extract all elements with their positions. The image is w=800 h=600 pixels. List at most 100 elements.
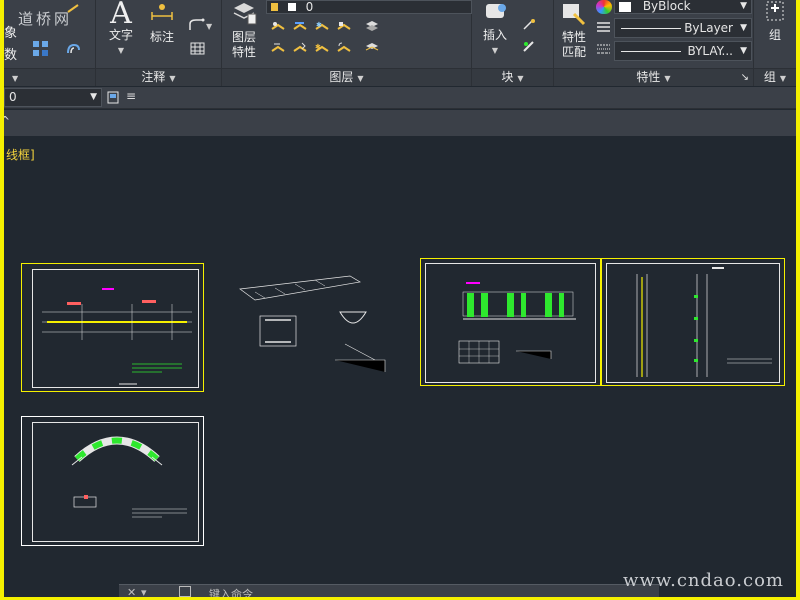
modify-partial-label: 象 [4,26,18,41]
panel-properties-foot[interactable]: 特性 ▼ ↘ [554,68,753,86]
offset-icon[interactable] [66,42,81,55]
command-line[interactable]: ✕ ▾ 键入命令 [119,584,659,597]
linetype-dropdown[interactable]: ByLayer ▼ [614,18,752,38]
text-button-label: 文字 [108,28,133,42]
layer-properties-icon [233,3,257,25]
svg-text:✱: ✱ [316,21,322,29]
group-button[interactable]: 组 [760,0,790,43]
layer-color-swatch [287,3,296,11]
text-button[interactable]: A 文字 ▼ [104,0,138,58]
drawing-sheet-4[interactable] [601,258,785,386]
watermark-logo-top: 道桥网 [18,10,73,28]
command-options-icon[interactable]: ▾ [141,586,147,597]
dimension-icon [151,4,173,20]
panel-block: 插入 ▼ 块 ▼ [472,0,554,86]
insert-block-icon [486,4,506,18]
layer-dropdown-value: 0 [305,0,314,14]
group-button-label: 组 [768,28,781,42]
secondary-toolbar: 0 ▼ ≡ [4,87,796,109]
sheet-3-elevation-drawing [458,282,576,364]
toolbar-overflow-icon[interactable]: ≡ [126,89,136,103]
tab-scroll-left-icon[interactable]: ^ [4,114,10,128]
lineweight-dropdown[interactable]: BYLAY... ▼ [614,41,752,61]
annotation-panel-label: 注释 [141,70,166,84]
panel-block-foot[interactable]: 块 ▼ [472,68,553,86]
properties-panel-label: 特性 [636,70,661,84]
match-properties-button[interactable]: 特性 匹配 [556,0,592,60]
color-wheel-icon [596,0,612,14]
text-button-caret: ▼ [117,46,125,55]
view-manager-icon[interactable] [106,91,121,104]
sheet-2-detail-drawing [239,275,386,372]
block-panel-label: 块 [501,70,514,84]
text-A-icon: A [110,0,132,31]
view-combo[interactable]: 0 ▼ [4,88,102,107]
ribbon: 象 数 ▼ A 文字 ▼ 标注 ▼ 注释 ▼ 图层 特性 0 ✱ ✱ 图层 ▼ … [4,0,796,86]
match-properties-icon [563,4,586,26]
layer-lock-icon[interactable] [336,20,351,33]
array-icon[interactable] [32,40,50,58]
panel-group: 组 组 ▼ [754,0,796,86]
layer-make-current-icon[interactable] [364,20,379,33]
layer-unlock-icon[interactable] [336,42,351,55]
svg-text:✱: ✱ [315,43,321,51]
panel-annotation-foot[interactable]: 注释 ▼ [96,68,221,86]
watermark-url: www.cndao.com [623,570,784,591]
command-close-icon[interactable]: ✕ [127,586,136,597]
drawing-sheet-1[interactable] [21,263,204,392]
lineweight-icon [597,44,610,54]
color-dropdown-value: ByBlock [642,0,691,13]
layer-dropdown[interactable]: 0 [266,0,472,14]
drawing-sheet-2[interactable] [234,263,394,385]
group-icon [766,1,784,21]
modify-partial-label-2: 数 [4,48,18,63]
panel-layers-foot[interactable]: 图层 ▼ [222,68,471,86]
layer-isolate-icon[interactable] [292,20,307,33]
color-dropdown[interactable]: ByBlock ▼ [614,0,752,14]
table-icon[interactable] [190,42,205,55]
create-block-icon[interactable] [522,18,537,31]
dimension-button-label: 标注 [149,30,174,44]
insert-button[interactable]: 插入 ▼ [476,0,514,58]
layer-properties-label-2: 特性 [231,45,256,59]
command-input-placeholder[interactable]: 键入命令 [209,586,253,597]
color-swatch [619,1,631,12]
layer-properties-button[interactable]: 图层 特性 [226,0,262,60]
layer-freeze-icon[interactable]: ✱ [314,20,329,33]
view-combo-value: 0 [9,90,17,104]
layer-properties-label-1: 图层 [231,30,256,44]
linetype-icon [597,22,610,32]
layer-bulb-icon [271,3,278,11]
linetype-dropdown-value: ByLayer [684,21,733,35]
svg-text:▼: ▼ [206,22,212,31]
panel-modify-foot[interactable]: ▼ [4,68,95,86]
panel-group-foot[interactable]: 组 ▼ [754,68,796,86]
match-properties-label-1: 特性 [561,30,586,44]
drawing-sheet-3[interactable] [420,258,601,386]
edit-block-icon[interactable] [522,40,537,53]
layer-copy-icon[interactable] [364,42,379,55]
autocad-window: 象 数 ▼ A 文字 ▼ 标注 ▼ 注释 ▼ 图层 特性 0 ✱ ✱ 图层 ▼ … [4,0,796,597]
layer-match-icon[interactable] [270,42,285,55]
layers-panel-label: 图层 [329,70,354,84]
layer-thaw-icon[interactable]: ✱ [314,42,329,55]
lineweight-dropdown-value: BYLAY... [687,44,734,58]
leader-icon[interactable]: ▼ [188,18,212,31]
match-properties-label-2: 匹配 [561,45,586,59]
sheet-5-curved-bridge-drawing [71,436,187,518]
properties-launcher-icon[interactable]: ↘ [741,69,749,86]
panel-annotation: A 文字 ▼ 标注 ▼ 注释 ▼ [96,0,222,86]
drawing-sheet-5[interactable] [21,416,204,546]
viewport-style-label[interactable]: 线框] [6,146,35,163]
sheet-1-plan-drawing [42,288,192,385]
layer-previous-icon[interactable] [292,42,307,55]
panel-layers: 图层 特性 0 ✱ ✱ 图层 ▼ [222,0,472,86]
command-prompt-icon [179,586,191,597]
layer-off-icon[interactable] [270,20,285,33]
panel-properties: 特性 匹配 ByBlock ▼ ByLayer ▼ BYLAY... ▼ 特性 … [554,0,754,86]
dimension-button[interactable]: 标注 [144,0,180,45]
sheet-4-section-drawing [636,267,772,377]
file-tab-bar: ^ [4,110,796,136]
insert-button-label: 插入 [482,28,507,42]
group-panel-label: 组 [763,70,776,84]
